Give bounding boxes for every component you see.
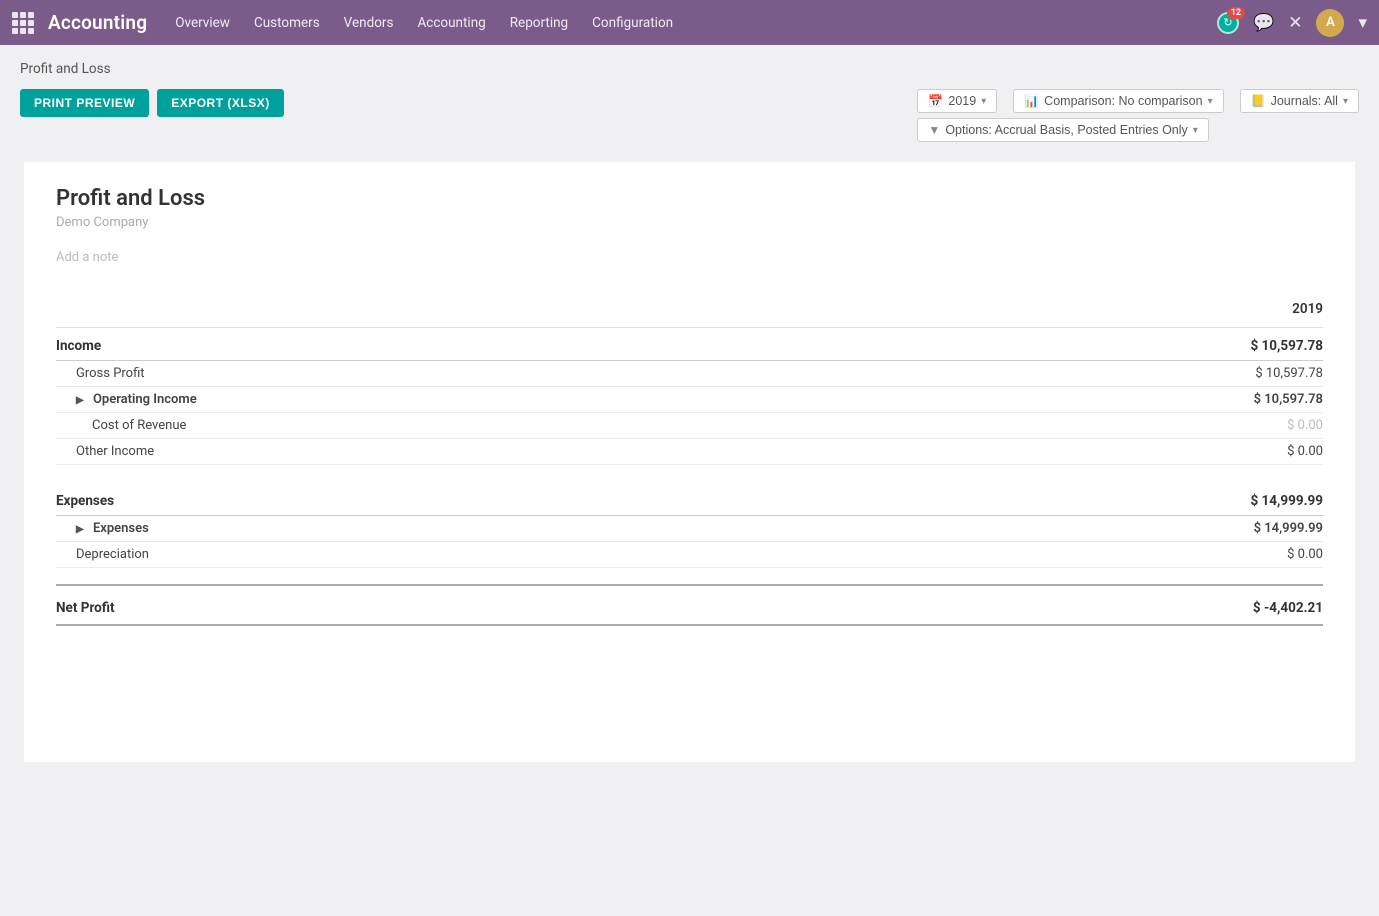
operating-income-label: ▶ Operating Income — [56, 387, 1070, 413]
report-note-placeholder[interactable]: Add a note — [56, 250, 1323, 265]
expenses-sub-value: $ 14,999.99 — [1070, 515, 1323, 541]
expenses-sub-row: ▶ Expenses $ 14,999.99 — [56, 515, 1323, 541]
options-filter-label: Options: Accrual Basis, Posted Entries O… — [945, 123, 1187, 137]
net-profit-label: Net Profit — [56, 585, 1070, 625]
nav-links: Overview Customers Vendors Accounting Re… — [175, 15, 1217, 31]
breadcrumb: Profit and Loss — [20, 61, 1359, 77]
report-title: Profit and Loss — [56, 186, 1323, 211]
nav-accounting[interactable]: Accounting — [417, 15, 485, 31]
depreciation-row: Depreciation $ 0.00 — [56, 541, 1323, 567]
user-menu-caret[interactable]: ▾ — [1358, 13, 1367, 33]
filter-row-1: 📅 2019 ▾ 📊 Comparison: No comparison ▾ 📒… — [917, 89, 1359, 113]
nav-configuration[interactable]: Configuration — [592, 15, 673, 31]
top-nav: Accounting Overview Customers Vendors Ac… — [0, 0, 1379, 45]
calendar-icon: 📅 — [928, 94, 943, 108]
comparison-filter[interactable]: 📊 Comparison: No comparison ▾ — [1013, 89, 1223, 113]
expenses-sub-label: ▶ Expenses — [56, 515, 1070, 541]
toolbar: PRINT PREVIEW EXPORT (XLSX) 📅 2019 ▾ 📊 C… — [20, 89, 1359, 142]
spacer-2 — [56, 567, 1323, 585]
nav-vendors[interactable]: Vendors — [344, 15, 394, 31]
export-xlsx-button[interactable]: EXPORT (XLSX) — [157, 89, 284, 117]
gross-profit-row: Gross Profit $ 10,597.78 — [56, 361, 1323, 387]
options-icon: ▼ — [928, 123, 940, 137]
income-label: Income — [56, 328, 1070, 361]
filter-bar: 📅 2019 ▾ 📊 Comparison: No comparison ▾ 📒… — [917, 89, 1359, 142]
options-filter[interactable]: ▼ Options: Accrual Basis, Posted Entries… — [917, 118, 1208, 142]
journals-filter-label: Journals: All — [1271, 94, 1338, 108]
print-preview-button[interactable]: PRINT PREVIEW — [20, 89, 149, 117]
options-caret: ▾ — [1193, 125, 1198, 136]
other-income-label: Other Income — [56, 439, 1070, 465]
other-income-value: $ 0.00 — [1070, 439, 1323, 465]
journals-filter[interactable]: 📒 Journals: All ▾ — [1240, 89, 1359, 113]
net-profit-row: Net Profit $ -4,402.21 — [56, 585, 1323, 625]
year-filter[interactable]: 📅 2019 ▾ — [917, 89, 997, 113]
expenses-section-header: Expenses $ 14,999.99 — [56, 483, 1323, 516]
chart-icon: 📊 — [1024, 94, 1039, 108]
apps-menu-icon[interactable] — [12, 12, 34, 34]
depreciation-label: Depreciation — [56, 541, 1070, 567]
year-column-header: 2019 — [1070, 295, 1323, 328]
user-avatar[interactable]: A — [1316, 9, 1344, 37]
year-caret: ▾ — [981, 96, 986, 107]
gross-profit-value: $ 10,597.78 — [1070, 361, 1323, 387]
badge-count: 12 — [1227, 7, 1245, 19]
operating-income-row: ▶ Operating Income $ 10,597.78 — [56, 387, 1323, 413]
cost-of-revenue-label: Cost of Revenue — [56, 413, 1070, 439]
app-title: Accounting — [48, 11, 147, 34]
spacer-1 — [56, 465, 1323, 483]
close-icon[interactable]: ✕ — [1288, 13, 1302, 33]
filter-row-2: ▼ Options: Accrual Basis, Posted Entries… — [917, 118, 1208, 142]
report-company: Demo Company — [56, 215, 1323, 230]
comparison-caret: ▾ — [1208, 96, 1213, 107]
operating-income-value: $ 10,597.78 — [1070, 387, 1323, 413]
expenses-label: Expenses — [56, 483, 1070, 516]
journals-icon: 📒 — [1251, 94, 1266, 108]
chat-icon[interactable]: 💬 — [1253, 13, 1274, 33]
nav-reporting[interactable]: Reporting — [510, 15, 568, 31]
nav-customers[interactable]: Customers — [254, 15, 320, 31]
income-section-header: Income $ 10,597.78 — [56, 328, 1323, 361]
report-container: Profit and Loss Demo Company Add a note … — [24, 162, 1355, 762]
expand-arrow-operating[interactable]: ▶ — [76, 395, 84, 406]
cost-of-revenue-row: Cost of Revenue $ 0.00 — [56, 413, 1323, 439]
nav-right-actions: ↻ 12 💬 ✕ A ▾ — [1217, 9, 1367, 37]
year-header-row: 2019 — [56, 295, 1323, 328]
comparison-filter-label: Comparison: No comparison — [1044, 94, 1202, 108]
net-profit-value: $ -4,402.21 — [1070, 585, 1323, 625]
year-filter-label: 2019 — [948, 94, 976, 108]
updates-badge[interactable]: ↻ 12 — [1217, 12, 1239, 34]
income-value: $ 10,597.78 — [1070, 328, 1323, 361]
gross-profit-label: Gross Profit — [56, 361, 1070, 387]
journals-caret: ▾ — [1343, 96, 1348, 107]
cost-of-revenue-value: $ 0.00 — [1070, 413, 1323, 439]
report-table: 2019 Income $ 10,597.78 Gross Profit $ 1… — [56, 295, 1323, 626]
nav-overview[interactable]: Overview — [175, 15, 230, 31]
expand-arrow-expenses[interactable]: ▶ — [76, 524, 84, 535]
expenses-value: $ 14,999.99 — [1070, 483, 1323, 516]
page-wrapper: Profit and Loss PRINT PREVIEW EXPORT (XL… — [0, 45, 1379, 782]
depreciation-value: $ 0.00 — [1070, 541, 1323, 567]
other-income-row: Other Income $ 0.00 — [56, 439, 1323, 465]
